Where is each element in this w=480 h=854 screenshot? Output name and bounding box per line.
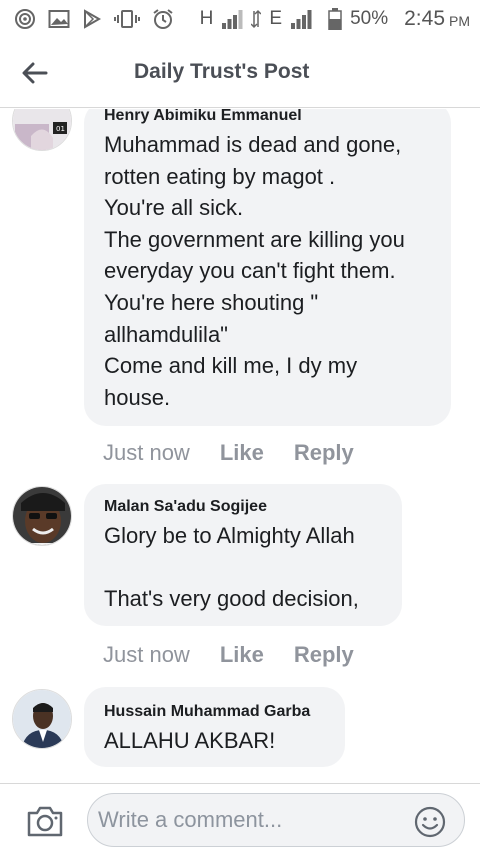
comment-timestamp: Just now [103,440,190,465]
smiley-icon [414,806,446,838]
battery-percent: 50% [350,8,389,29]
hotspot-icon [14,8,36,30]
comments-list: 01 Henry Abimiku Emmanuel Muhammad is de… [0,109,480,783]
comment-composer [0,783,480,854]
play-store-icon [82,8,102,30]
comment-bubble[interactable]: Henry Abimiku Emmanuel Muhammad is dead … [84,109,451,426]
camera-button[interactable] [26,804,64,838]
comment-actions: Just now Like Reply [103,642,354,668]
comment-author[interactable]: Hussain Muhammad Garba [104,703,325,721]
comment-timestamp: Just now [103,642,190,667]
gallery-icon [48,8,70,30]
comment-bubble[interactable]: Hussain Muhammad Garba ALLAHU AKBAR! [84,687,345,767]
reply-button[interactable]: Reply [294,440,354,466]
avatar[interactable] [12,689,72,749]
status-left-icons [14,8,174,30]
comment-author[interactable]: Henry Abimiku Emmanuel [104,109,431,125]
clock-ampm: PM [449,13,470,29]
like-button[interactable]: Like [220,440,264,466]
comment-text: Muhammad is dead and gone, rotten eating… [104,132,405,410]
avatar[interactable] [12,486,72,546]
network-type-label: H [199,8,214,29]
signal-icon-2 [290,8,312,30]
signal-icon [221,8,243,30]
emoji-button[interactable] [414,806,446,838]
comment-bubble[interactable]: Malan Sa'adu Sogijee Glory be to Almight… [84,484,402,626]
reply-button[interactable]: Reply [294,642,354,668]
arrow-left-icon [22,62,48,84]
comment-text: ALLAHU AKBAR! [104,728,276,753]
network-type-label-2: E [269,8,283,29]
page-title: Daily Trust's Post [134,60,310,83]
comment-text: Glory be to Almighty Allah That's very g… [104,523,359,612]
post-header: Daily Trust's Post [0,38,480,108]
camera-icon [27,806,63,837]
alarm-icon [152,8,174,30]
status-right-icons: H E 50% 2:45 PM [200,7,470,31]
comment-input[interactable] [87,793,465,847]
svg-text:01: 01 [56,125,65,133]
like-button[interactable]: Like [220,642,264,668]
vibrate-icon [114,8,140,30]
avatar[interactable]: 01 [12,109,72,151]
data-transfer-icon [251,8,262,30]
back-button[interactable] [20,58,50,88]
status-bar: H E 50% 2:45 PM [0,0,480,38]
battery-icon [328,8,342,30]
comment-actions: Just now Like Reply [103,440,354,466]
clock-time: 2:45 [404,7,445,30]
comment-author[interactable]: Malan Sa'adu Sogijee [104,498,382,516]
